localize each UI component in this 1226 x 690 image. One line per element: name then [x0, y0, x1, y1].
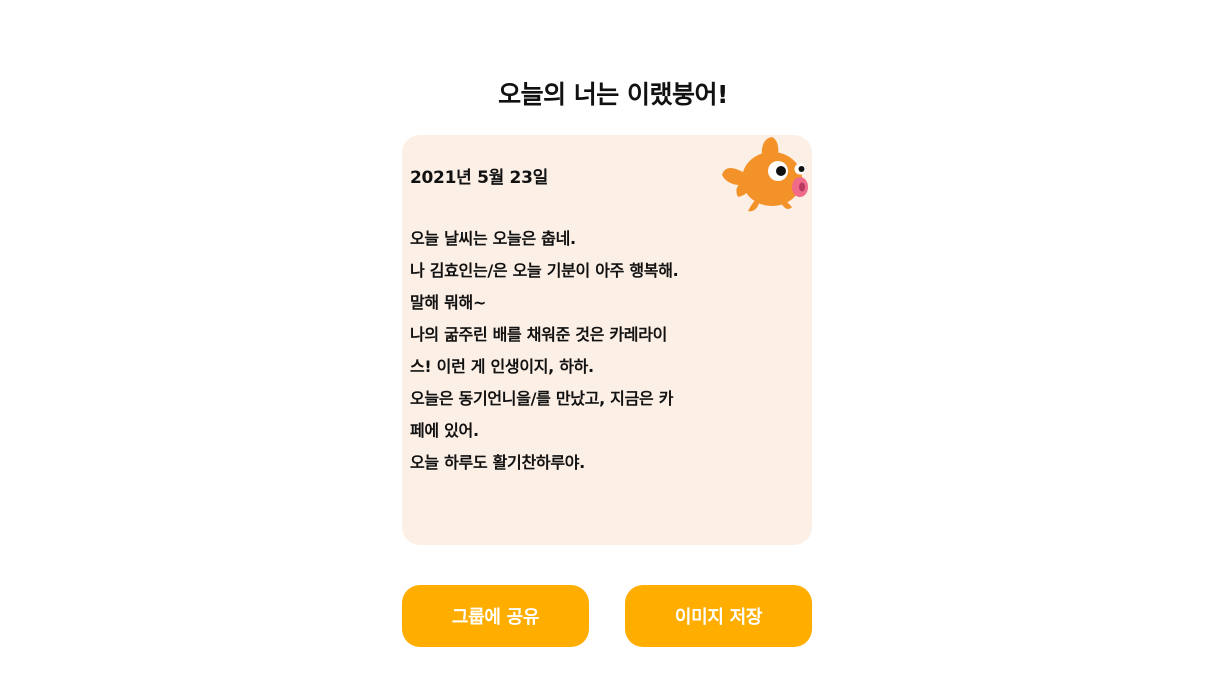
diary-card: 2021년 5월 23일 오늘 날씨는 오늘은 춥네. 나 김효인는/은 오늘 … — [402, 135, 812, 545]
page-title: 오늘의 너는 이랬붕어! — [498, 79, 728, 109]
save-image-button[interactable]: 이미지 저장 — [625, 585, 812, 647]
share-to-group-button[interactable]: 그룹에 공유 — [402, 585, 589, 647]
diary-line: 오늘 하루도 활기찬하루야. — [410, 453, 585, 472]
diary-line: 말해 뭐해~ — [410, 293, 487, 312]
diary-line: 스! 이런 게 인생이지, 하하. — [410, 357, 594, 376]
diary-line: 오늘 날씨는 오늘은 춥네. — [410, 229, 576, 248]
diary-body: 오늘 날씨는 오늘은 춥네. 나 김효인는/은 오늘 기분이 아주 행복해. 말… — [410, 223, 730, 479]
diary-date: 2021년 5월 23일 — [410, 168, 548, 188]
diary-line: 나의 굶주린 배를 채워준 것은 카레라이 — [410, 325, 668, 344]
diary-line: 페에 있어. — [410, 421, 479, 440]
diary-line: 오늘은 동기언니을/를 만났고, 지금은 카 — [410, 389, 674, 408]
goldfish-mascot-icon — [722, 137, 808, 212]
diary-line: 나 김효인는/은 오늘 기분이 아주 행복해. — [410, 261, 679, 280]
